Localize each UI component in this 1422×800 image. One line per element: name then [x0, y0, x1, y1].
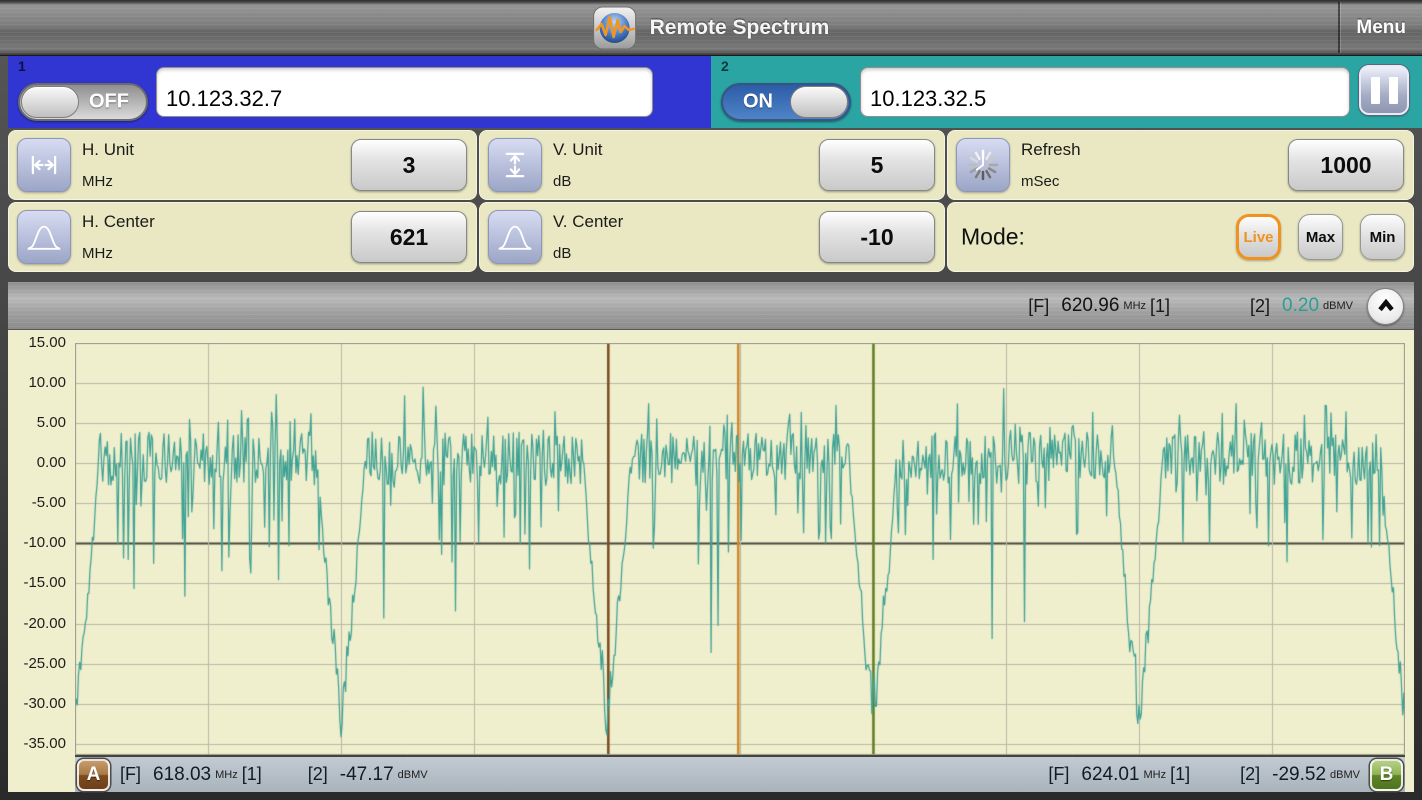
trace1-tag: [1] [1150, 296, 1170, 317]
freq-prefix: [F] [120, 764, 141, 785]
y-axis-label: 10.00 [8, 374, 66, 392]
center-marker-readout: [F] 620.96 MHz [1] [2] 0.20 dBMV [1028, 282, 1404, 330]
spectrum-plot-region: 15.00 10.00 5.00 0.00 -5.00 -10.00 -15.00 -20.0… [8, 330, 1414, 792]
v-center-value-button[interactable]: -10 [819, 211, 935, 263]
marker-a-readout: A [F] 618.03 MHz [1] [2] -47.17 dBMV [77, 759, 428, 791]
freq-prefix: [F] [1028, 296, 1049, 317]
connection-2-number: 2 [721, 58, 729, 74]
y-axis-label: -25.00 [8, 655, 66, 673]
v-center-label: V. Center [553, 212, 623, 232]
frequency-unit: MHz [215, 769, 238, 781]
mode-live-button[interactable]: Live [1236, 214, 1281, 260]
toggle-state-label: ON [743, 91, 773, 114]
bell-curve-icon [17, 210, 71, 264]
marker-b-button[interactable]: B [1370, 759, 1403, 791]
h-center-cell: H. Center MHz 621 [8, 202, 477, 272]
v-unit-cell: V. Unit dB 5 [479, 130, 945, 200]
refresh-unit: mSec [1021, 173, 1059, 190]
chart-toolbar: [F] 620.96 MHz [1] [2] 0.20 dBMV [8, 282, 1414, 330]
menu-button[interactable]: Menu [1356, 0, 1406, 56]
v-span-icon [488, 138, 542, 192]
chevron-up-icon [1375, 295, 1397, 317]
mode-max-button[interactable]: Max [1298, 214, 1343, 260]
app-logo-icon [593, 6, 637, 50]
level-unit: dBMV [1323, 300, 1353, 312]
center-level-value: 0.20 [1282, 295, 1319, 317]
connection-1-ip-input[interactable] [156, 67, 653, 117]
y-axis-label: -15.00 [8, 574, 66, 592]
y-axis-label: 0.00 [8, 454, 66, 472]
collapse-panel-button[interactable] [1367, 288, 1404, 325]
marker-readout-bar: A [F] 618.03 MHz [1] [2] -47.17 dBMV [F]… [75, 755, 1405, 792]
v-center-cell: V. Center dB -10 [479, 202, 945, 272]
h-center-unit: MHz [82, 245, 113, 262]
marker-b-readout: [F] 624.01 MHz [1] [2] -29.52 dBMV B [1048, 759, 1403, 791]
h-center-value-button[interactable]: 621 [351, 211, 467, 263]
toggle-knob [790, 86, 848, 118]
y-axis-label: -10.00 [8, 534, 66, 552]
bell-curve-icon [488, 210, 542, 264]
spectrum-canvas[interactable] [75, 343, 1405, 755]
connection-2-toggle[interactable]: ON [721, 83, 851, 121]
connection-1-toggle[interactable]: OFF [18, 83, 148, 121]
v-unit-value-button[interactable]: 5 [819, 139, 935, 191]
mode-cell: Mode: Live Max Min [947, 202, 1414, 272]
app-title: Remote Spectrum [650, 16, 830, 40]
pause-button[interactable] [1359, 65, 1409, 115]
center-frequency-value: 620.96 [1061, 295, 1119, 317]
connection-panel-1: 1 OFF [8, 56, 711, 128]
marker-a-frequency: 618.03 [153, 764, 211, 786]
connection-panel-2: 2 ON [711, 56, 1422, 128]
refresh-value-button[interactable]: 1000 [1288, 139, 1404, 191]
h-unit-unit: MHz [82, 173, 113, 190]
y-axis-label: 15.00 [8, 334, 66, 352]
marker-b-frequency: 624.01 [1081, 764, 1139, 786]
marker-a-level: -47.17 [340, 764, 394, 786]
freq-prefix: [F] [1048, 764, 1069, 785]
pause-icon [1371, 77, 1380, 104]
toggle-state-label: OFF [89, 91, 129, 114]
remote-spectrum-app: Remote Spectrum Menu 1 OFF 2 ON [0, 0, 1422, 800]
clock-icon [956, 138, 1010, 192]
connection-2-ip-input[interactable] [860, 67, 1350, 117]
trace1-tag: [1] [242, 764, 262, 785]
v-unit-unit: dB [553, 173, 571, 190]
frequency-unit: MHz [1144, 769, 1167, 781]
frequency-unit: MHz [1123, 300, 1146, 312]
header-divider [1338, 2, 1340, 53]
h-span-icon [17, 138, 71, 192]
y-axis-label: -5.00 [8, 494, 66, 512]
toggle-knob [21, 86, 79, 118]
h-center-label: H. Center [82, 212, 155, 232]
v-unit-label: V. Unit [553, 140, 602, 160]
v-center-unit: dB [553, 245, 571, 262]
trace2-tag: [2] [1250, 296, 1270, 317]
trace1-tag: [1] [1170, 764, 1190, 785]
mode-min-button[interactable]: Min [1360, 214, 1405, 260]
app-header: Remote Spectrum Menu [0, 0, 1422, 56]
h-unit-label: H. Unit [82, 140, 134, 160]
y-axis-label: -30.00 [8, 695, 66, 713]
h-unit-cell: H. Unit MHz 3 [8, 130, 477, 200]
h-unit-value-button[interactable]: 3 [351, 139, 467, 191]
marker-b-level: -29.52 [1272, 764, 1326, 786]
mode-button-group: Live Max Min [1236, 214, 1405, 260]
y-axis-label: 5.00 [8, 414, 66, 432]
y-axis-label: -20.00 [8, 615, 66, 633]
level-unit: dBMV [1330, 769, 1360, 781]
mode-label: Mode: [961, 224, 1025, 251]
pause-icon [1389, 77, 1398, 104]
marker-a-button[interactable]: A [77, 759, 110, 791]
level-unit: dBMV [398, 769, 428, 781]
app-title-group: Remote Spectrum [593, 6, 830, 50]
refresh-cell: Refresh mSec 1000 [947, 130, 1414, 200]
y-axis-label: -35.00 [8, 735, 66, 753]
trace2-tag: [2] [1240, 764, 1260, 785]
refresh-label: Refresh [1021, 140, 1081, 160]
connection-1-number: 1 [18, 58, 26, 74]
trace2-tag: [2] [308, 764, 328, 785]
